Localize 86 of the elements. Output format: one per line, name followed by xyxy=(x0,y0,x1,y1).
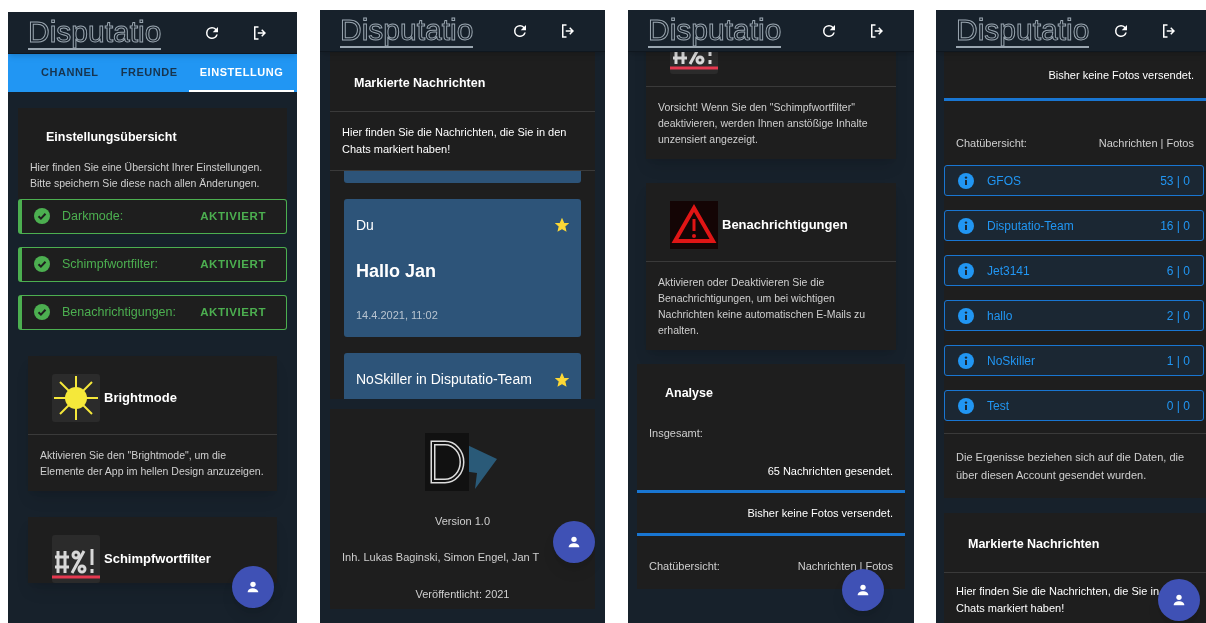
messages-count: 65 Nachrichten gesendet. xyxy=(766,464,894,480)
photos-count: Bisher keine Fotos versendet. xyxy=(1047,68,1195,83)
chat-stat-row[interactable]: Jet3141 6 | 0 xyxy=(944,255,1204,286)
card-title: Markierte Nachrichten xyxy=(330,52,595,112)
chat-stat-row[interactable]: GFOS 53 | 0 xyxy=(944,165,1204,196)
total-label: Insgesamt: xyxy=(648,425,704,441)
info-icon xyxy=(958,217,974,234)
chat-name: GFOS xyxy=(987,172,1021,190)
chat-name: NoSkiller xyxy=(987,352,1035,370)
person-icon[interactable] xyxy=(855,582,871,598)
chat-stat-row[interactable]: Test 0 | 0 xyxy=(944,390,1204,421)
card-description: Hier finden Sie die Nachrichten, die Sie in den Chats markiert haben! xyxy=(330,111,595,171)
column-label: Chatübersicht: xyxy=(649,559,720,575)
message-text: Hallo Jan xyxy=(356,259,438,283)
person-icon[interactable] xyxy=(1171,592,1187,608)
setting-label: Darkmode: xyxy=(62,207,124,225)
tab[interactable]: CHANNEL xyxy=(30,54,110,92)
chat-name: Test xyxy=(987,397,1009,415)
check-icon xyxy=(34,256,50,273)
setting-label: Schimpfwortfilter: xyxy=(62,255,158,273)
star-icon[interactable] xyxy=(555,372,569,387)
card-description: Vorsicht! Wenn Sie den "Schimpfwortfilter" deaktivieren, werden Ihnen anstößige Inhalte unzensiert angezeigt. xyxy=(657,100,869,147)
info-icon xyxy=(958,352,974,369)
chat-stat-row[interactable]: NoSkiller 1 | 0 xyxy=(944,345,1204,376)
chat-count: 53 | 0 xyxy=(1160,172,1190,190)
owners-text: Inh. Lukas Baginski, Simon Engel, Jan T xyxy=(341,550,540,566)
card-description: Aktivieren Sie den "Brightmode", um die Elemente der App im hellen Design anzuzeigen. xyxy=(39,447,265,479)
person-icon[interactable] xyxy=(566,534,582,550)
person-icon[interactable] xyxy=(245,579,261,595)
description-line: Hier finden Sie die Nachrichten, die Sie in xyxy=(956,583,1159,599)
check-icon xyxy=(34,208,50,225)
card-title: Einstellungsübersicht xyxy=(45,129,178,146)
setting-value: AKTIVIERT xyxy=(200,304,266,320)
chat-stat-row[interactable]: hallo 2 | 0 xyxy=(944,300,1204,331)
app-logo: Disputatio xyxy=(648,13,782,48)
setting-value: AKTIVIERT xyxy=(200,208,266,224)
card-title: Analyse xyxy=(664,385,714,402)
setting-value: AKTIVIERT xyxy=(200,256,266,272)
message-sender: NoSkiller in Disputatio-Team xyxy=(356,370,532,390)
card-description: Hier finden Sie eine Übersicht Ihrer Einstellungen. Bitte speichern Sie diese nach allen Änderungen. xyxy=(29,159,264,191)
chat-name: Disputatio-Team xyxy=(987,217,1074,235)
card-description: Aktivieren oder Deaktivieren Sie die Benachrichtigungen, um bei wichtigen Nachrichten keine automatischen E-Mails zu erhalten. xyxy=(657,275,867,338)
app-logo: Disputatio xyxy=(956,13,1090,48)
chat-count: 16 | 0 xyxy=(1160,217,1190,235)
info-icon xyxy=(958,172,974,189)
photos-count: Bisher keine Fotos versendet. xyxy=(746,505,894,521)
tab[interactable]: EINSTELLUNG xyxy=(188,54,295,92)
message-time: 14.4.2021, 11:02 xyxy=(356,307,439,323)
card-title: Schimpfwortfilter xyxy=(104,550,211,568)
app-logo: Disputatio xyxy=(28,15,162,50)
message-card[interactable]: NoSkiller in Disputatio-Team xyxy=(344,353,581,399)
version-text: Version 1.0 xyxy=(434,513,490,529)
card-title: Markierte Nachrichten xyxy=(944,513,1206,573)
description-line: Chats markiert haben! xyxy=(956,600,1065,616)
info-icon xyxy=(958,262,974,279)
info-icon xyxy=(958,307,974,324)
chat-name: hallo xyxy=(987,307,1013,325)
info-icon xyxy=(958,397,974,414)
warning-icon xyxy=(670,201,718,249)
profile-button[interactable] xyxy=(842,569,884,611)
message-card[interactable]: Du Hallo Jan 14.4.2021, 11:02 xyxy=(344,198,581,338)
column-label: Nachrichten | Fotos xyxy=(1098,135,1194,151)
check-icon xyxy=(34,304,50,321)
setting-label: Benachrichtigungen: xyxy=(62,303,176,321)
column-label: Chatübersicht: xyxy=(956,135,1027,151)
chat-name: Jet3141 xyxy=(987,262,1030,280)
chat-count: 0 | 0 xyxy=(1166,397,1190,415)
sun-icon xyxy=(52,373,100,422)
logout-icon[interactable] xyxy=(559,21,577,40)
footnote-text: Die Ergenisse beziehen sich auf die Daten, die über diesen Account gesendet wurden. xyxy=(955,450,1186,483)
logout-icon[interactable] xyxy=(251,23,269,42)
chat-count: 1 | 0 xyxy=(1166,352,1190,370)
logout-icon[interactable] xyxy=(1160,21,1178,40)
logout-icon[interactable] xyxy=(868,21,886,40)
star-icon[interactable] xyxy=(555,218,569,233)
app-logo: Disputatio xyxy=(340,13,474,48)
tab[interactable]: FREUNDE xyxy=(109,54,189,92)
release-text: Veröffentlicht: 2021 xyxy=(415,586,510,602)
chat-stat-row[interactable]: Disputatio-Team 16 | 0 xyxy=(944,210,1204,241)
card-title: Benachrichtigungen xyxy=(722,216,848,235)
chat-count: 6 | 0 xyxy=(1166,262,1190,280)
chat-count: 2 | 0 xyxy=(1166,307,1190,325)
profile-button[interactable] xyxy=(232,566,274,608)
message-sender: Du xyxy=(356,215,374,235)
profanity-icon xyxy=(52,534,100,583)
card-title: Brightmode xyxy=(104,389,177,407)
